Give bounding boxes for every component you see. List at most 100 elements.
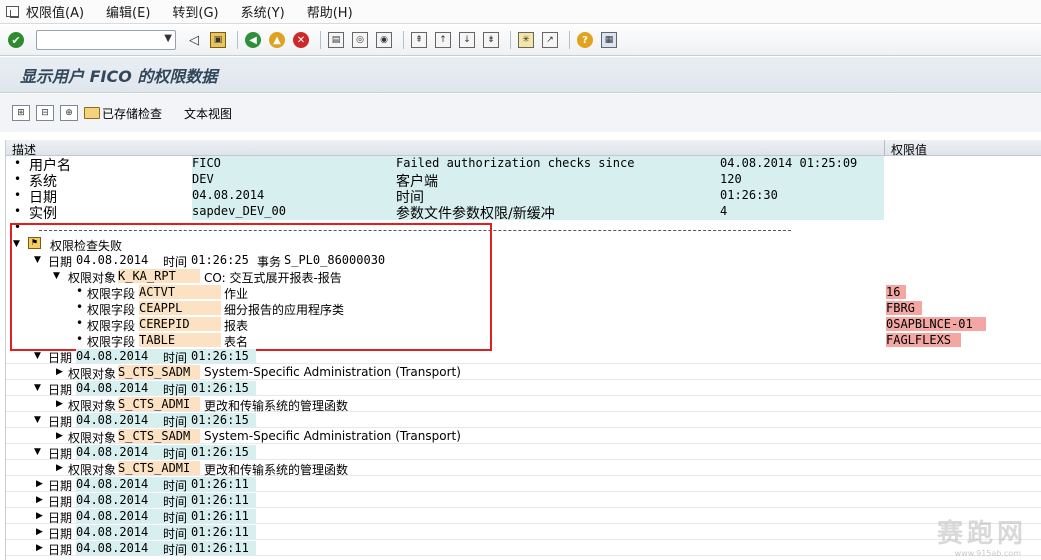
collapsed-triangle-icon[interactable]: ▶ bbox=[56, 463, 63, 473]
cancel-button[interactable]: ✕ bbox=[291, 30, 311, 50]
info-value: DEV bbox=[192, 172, 214, 186]
command-input[interactable] bbox=[37, 31, 157, 49]
expand-triangle-icon[interactable]: ▼ bbox=[34, 447, 41, 457]
column-divider[interactable] bbox=[884, 140, 885, 156]
text-view-button[interactable]: 文本视图 bbox=[184, 105, 232, 122]
exit-button[interactable]: ▲ bbox=[267, 30, 287, 50]
highlight-box bbox=[10, 223, 492, 351]
text-view-label: 文本视图 bbox=[184, 106, 233, 121]
auth-field-value: FBRG bbox=[886, 301, 922, 315]
time-value: 01:26:15 bbox=[191, 445, 249, 459]
shortcut-button[interactable]: ↗ bbox=[540, 30, 560, 50]
collapse-all-icon[interactable]: ⊟ bbox=[36, 105, 54, 121]
layout-menu-button[interactable]: ▦ bbox=[599, 30, 619, 50]
bullet-icon: • bbox=[14, 204, 22, 218]
print-icon: ▤ bbox=[328, 32, 344, 48]
collapsed-triangle-icon[interactable]: ▶ bbox=[36, 495, 43, 505]
collapsed-triangle-icon[interactable]: ▶ bbox=[36, 527, 43, 537]
expand-all-icon[interactable]: ⊞ bbox=[12, 105, 30, 121]
time-value: 01:26:11 bbox=[191, 493, 249, 507]
collapsed-triangle-icon[interactable]: ▶ bbox=[36, 479, 43, 489]
date-node[interactable]: ▼ 日期 04.08.2014 时间 01:26:15 bbox=[6, 380, 1041, 397]
standard-toolbar: ✔ ▼ ◁ ▣ ◀ ▲ ✕ ▤ ◎ ◉ ⇞ ↑ ↓ ⇟ ✳ ↗ ? ▦ bbox=[0, 25, 1041, 56]
shortcut-icon: ↗ bbox=[542, 32, 558, 48]
first-page-button[interactable]: ⇞ bbox=[409, 30, 429, 50]
date-node-collapsed[interactable]: ▶ 日期 04.08.2014 时间 01:26:11 bbox=[6, 508, 1041, 525]
date-node-collapsed[interactable]: ▶ 日期 04.08.2014 时间 01:26:11 bbox=[6, 476, 1041, 493]
back-icon: ◀ bbox=[245, 32, 261, 48]
previous-page-button[interactable]: ↑ bbox=[433, 30, 453, 50]
find-button[interactable]: ◎ bbox=[350, 30, 370, 50]
time-value: 01:26:11 bbox=[191, 477, 249, 491]
folder-open-icon bbox=[84, 107, 100, 119]
save-icon: ▣ bbox=[210, 32, 226, 48]
date-node-collapsed[interactable]: ▶ 日期 04.08.2014 时间 01:26:11 bbox=[6, 492, 1041, 509]
application-toolbar: ⊞ ⊟ ⊕ 已存储检查 文本视图 bbox=[0, 94, 1041, 132]
time-value: 01:26:11 bbox=[191, 525, 249, 539]
time-value: 01:26:11 bbox=[191, 541, 249, 555]
time-value: 01:26:15 bbox=[191, 381, 249, 395]
auth-object-name: S_CTS_ADMI bbox=[118, 397, 200, 411]
info-value: 04.08.2014 bbox=[192, 188, 265, 202]
new-session-button[interactable]: ✳ bbox=[516, 30, 536, 50]
previous-page-icon: ↑ bbox=[435, 32, 451, 48]
date-node[interactable]: ▼ 日期 04.08.2014 时间 01:26:15 bbox=[6, 412, 1041, 429]
auth-object-node[interactable]: ▶ 权限对象 S_CTS_ADMI 更改和传输系统的管理函数 bbox=[6, 396, 1041, 413]
cancel-icon: ✕ bbox=[293, 32, 309, 48]
time-value: 01:26:11 bbox=[191, 509, 249, 523]
auth-field-value: 16 bbox=[886, 285, 906, 299]
auth-object-desc: System-Specific Administration (Transpor… bbox=[204, 429, 461, 443]
date-node[interactable]: ▼ 日期 04.08.2014 时间 01:26:15 bbox=[6, 348, 1041, 365]
bullet-icon: • bbox=[14, 188, 22, 202]
menu-edit[interactable]: 编辑(E) bbox=[106, 2, 150, 21]
layout-icon: ▦ bbox=[601, 32, 617, 48]
last-page-icon: ⇟ bbox=[483, 32, 499, 48]
time-label: 时间 bbox=[163, 543, 188, 557]
info-value-2: 120 bbox=[720, 172, 742, 186]
collapsed-triangle-icon[interactable]: ▶ bbox=[56, 367, 63, 377]
menu-help[interactable]: 帮助(H) bbox=[307, 2, 353, 21]
bullet-icon: • bbox=[14, 156, 22, 170]
back-button[interactable]: ◀ bbox=[243, 30, 263, 50]
time-value: 01:26:15 bbox=[191, 413, 249, 427]
menu-bar: 权限值(A) 编辑(E) 转到(G) 系统(Y) 帮助(H) bbox=[0, 0, 1041, 24]
date-node[interactable]: ▼ 日期 04.08.2014 时间 01:26:15 bbox=[6, 444, 1041, 461]
last-page-button[interactable]: ⇟ bbox=[481, 30, 501, 50]
date-node-collapsed[interactable]: ▶ 日期 04.08.2014 时间 01:26:11 bbox=[6, 540, 1041, 557]
print-button[interactable]: ▤ bbox=[326, 30, 346, 50]
expand-subtree-icon[interactable]: ⊕ bbox=[60, 105, 78, 121]
saved-check-label: 已存储检查 bbox=[102, 106, 163, 121]
command-field[interactable]: ▼ bbox=[36, 30, 176, 50]
menu-goto[interactable]: 转到(G) bbox=[172, 2, 218, 21]
save-button[interactable]: ▣ bbox=[208, 30, 228, 50]
expand-triangle-icon[interactable]: ▼ bbox=[34, 415, 41, 425]
next-page-button[interactable]: ↓ bbox=[457, 30, 477, 50]
find-next-button[interactable]: ◉ bbox=[374, 30, 394, 50]
expand-triangle-icon[interactable]: ▼ bbox=[34, 383, 41, 393]
collapsed-triangle-icon[interactable]: ▶ bbox=[36, 543, 43, 553]
back-arrow-button[interactable]: ◁ bbox=[184, 30, 204, 50]
window-icon[interactable] bbox=[4, 4, 22, 20]
back-arrow-icon: ◁ bbox=[189, 32, 199, 48]
separator bbox=[320, 31, 321, 49]
help-button[interactable]: ? bbox=[575, 30, 595, 50]
menu-system[interactable]: 系统(Y) bbox=[241, 2, 285, 21]
find-next-icon: ◉ bbox=[376, 32, 392, 48]
saved-check-button[interactable]: 已存储检查 bbox=[84, 105, 162, 122]
auth-object-node[interactable]: ▶ 权限对象 S_CTS_SADM System-Specific Admini… bbox=[6, 364, 1041, 381]
dropdown-icon[interactable]: ▼ bbox=[164, 33, 172, 44]
auth-object-node[interactable]: ▶ 权限对象 S_CTS_ADMI 更改和传输系统的管理函数 bbox=[6, 460, 1041, 477]
collapsed-triangle-icon[interactable]: ▶ bbox=[56, 399, 63, 409]
find-icon: ◎ bbox=[352, 32, 368, 48]
date-label: 日期 bbox=[48, 543, 73, 557]
auth-object-node[interactable]: ▶ 权限对象 S_CTS_SADM System-Specific Admini… bbox=[6, 428, 1041, 445]
enter-button[interactable]: ✔ bbox=[6, 30, 26, 50]
menu-auth-value[interactable]: 权限值(A) bbox=[26, 2, 84, 21]
bullet-icon: • bbox=[14, 172, 22, 186]
auth-object-name: S_CTS_SADM bbox=[118, 429, 200, 443]
collapsed-triangle-icon[interactable]: ▶ bbox=[56, 431, 63, 441]
date-node-collapsed[interactable]: ▶ 日期 04.08.2014 时间 01:26:11 bbox=[6, 524, 1041, 541]
expand-triangle-icon[interactable]: ▼ bbox=[34, 351, 41, 361]
collapsed-triangle-icon[interactable]: ▶ bbox=[36, 511, 43, 521]
separator bbox=[569, 31, 570, 49]
